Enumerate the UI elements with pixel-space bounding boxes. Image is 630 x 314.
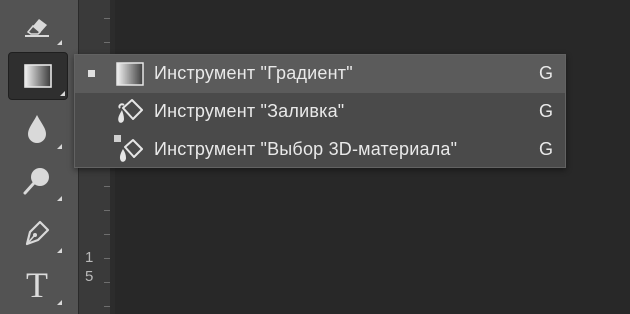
menu-item-shortcut: G (539, 101, 554, 121)
menu-item-shortcut: G (539, 63, 554, 83)
ruler-tick (104, 42, 110, 43)
gradient-tool-button[interactable] (8, 52, 68, 100)
3d-material-drop-icon (114, 135, 143, 162)
ruler-tick (104, 282, 110, 283)
submenu-indicator-icon (57, 144, 62, 149)
submenu-indicator-icon (57, 40, 62, 45)
menu-item-3d-material-drop-tool[interactable]: Инструмент "Выбор 3D-материала" G (75, 131, 565, 169)
ruler-tick (104, 258, 110, 259)
menu-item-shortcut: G (539, 139, 554, 159)
menu-item-gradient-tool[interactable]: Инструмент "Градиент" G (75, 55, 565, 93)
blur-tool-button[interactable] (10, 106, 64, 152)
menu-item-label: Инструмент "Заливка" (154, 101, 345, 121)
selected-bullet-icon (88, 70, 95, 77)
submenu-indicator-icon (57, 300, 62, 305)
pen-icon (25, 220, 50, 246)
eraser-tool-button[interactable] (10, 2, 64, 48)
ruler-tick (104, 234, 110, 235)
type-icon: T (26, 265, 48, 305)
submenu-indicator-icon (57, 248, 62, 253)
ruler-tick (104, 210, 110, 211)
gradient-tool-flyout-menu: Инструмент "Градиент" G Инструмент "Зали… (74, 54, 566, 168)
dodge-tool-button[interactable] (10, 158, 64, 204)
type-tool-button[interactable]: T (10, 262, 64, 308)
menu-item-paint-bucket-tool[interactable]: Инструмент "Заливка" G (75, 93, 565, 131)
ruler-tick (104, 186, 110, 187)
menu-item-label: Инструмент "Градиент" (154, 63, 353, 83)
paint-bucket-icon (118, 99, 143, 123)
ruler-number: 1 (85, 249, 94, 266)
ruler-tick (104, 306, 110, 307)
dodge-icon (23, 168, 49, 195)
gradient-icon (24, 64, 52, 88)
pen-tool-button[interactable] (10, 210, 64, 256)
submenu-indicator-icon (57, 196, 62, 201)
menu-item-label: Инструмент "Выбор 3D-материала" (154, 139, 458, 159)
eraser-icon (25, 19, 49, 37)
photoshop-workspace: T 1 5 Инструмент "Градиент" G Инструмент… (0, 0, 630, 314)
gradient-icon (116, 62, 144, 86)
tools-panel: T (0, 0, 78, 314)
ruler-number: 5 (85, 268, 94, 285)
submenu-indicator-icon (60, 91, 65, 96)
drop-icon (28, 115, 46, 143)
ruler-tick (104, 18, 110, 19)
